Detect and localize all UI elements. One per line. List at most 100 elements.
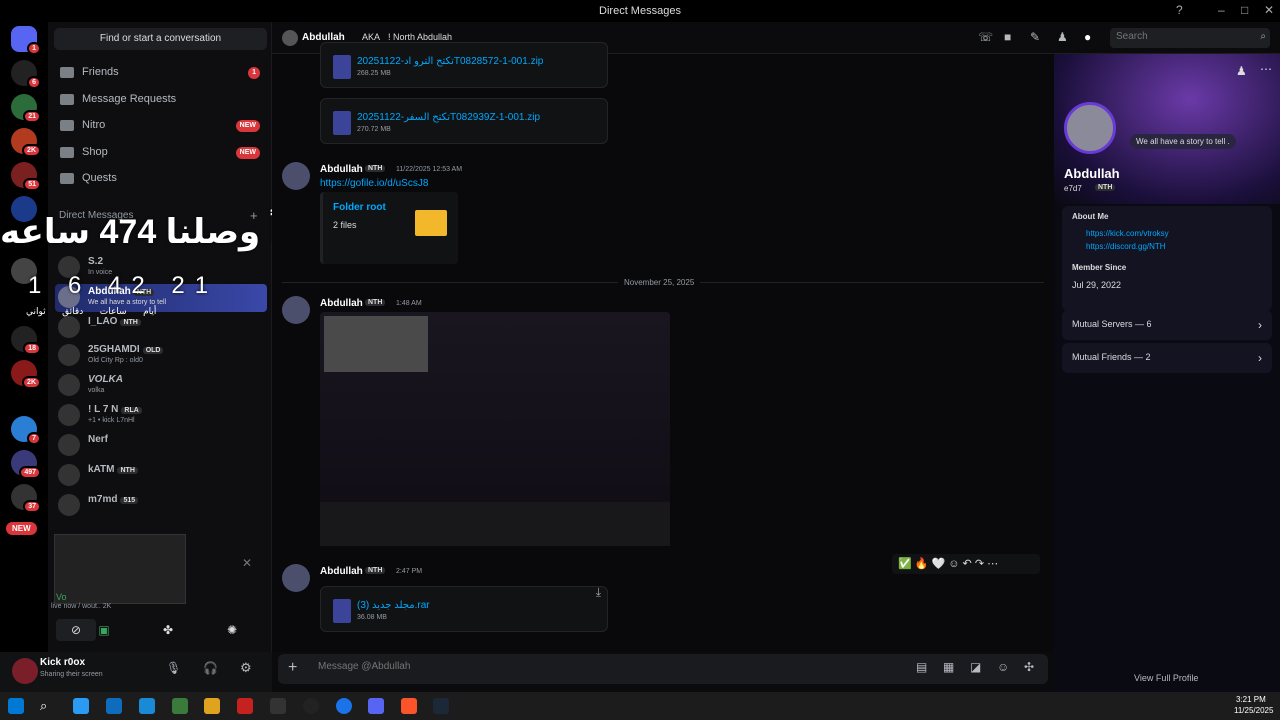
steam-icon[interactable]	[433, 698, 449, 714]
obs-icon[interactable]	[303, 698, 319, 714]
search-box[interactable]: ⌕	[1110, 28, 1270, 48]
badge: 51	[23, 178, 41, 191]
server-icon[interactable]: 2K	[11, 360, 41, 389]
windows-start-icon[interactable]	[8, 698, 24, 714]
server-icon[interactable]: 51	[11, 162, 41, 191]
avatar[interactable]	[282, 564, 310, 592]
headphones-icon[interactable]: 🎧	[203, 661, 218, 675]
mutual-servers-row[interactable]: Mutual Servers — 6 ›	[1062, 310, 1272, 340]
edge-icon[interactable]	[139, 698, 155, 714]
message-actions[interactable]: ✅ 🔥 🤍 ☺ ↶ ↷ ⋯	[892, 554, 1040, 574]
chrome-icon[interactable]	[336, 698, 352, 714]
server-icon[interactable]: 6	[11, 60, 41, 89]
nav-message-requests[interactable]: Message Requests	[58, 87, 262, 111]
app-icon[interactable]	[172, 698, 188, 714]
tag: NTH	[120, 319, 141, 326]
clock-date[interactable]: 11/25/2025	[1234, 706, 1273, 715]
pin-icon[interactable]: ✎	[1030, 30, 1040, 44]
member-since-title: Member Since	[1072, 263, 1127, 272]
message-input[interactable]	[318, 661, 878, 672]
add-attachment-icon[interactable]: +	[288, 659, 297, 677]
file-attachment[interactable]: 20251122-تكتح الترو ادT0828572-1-001.zip…	[320, 42, 608, 88]
message-author[interactable]: Abdullah	[320, 566, 363, 577]
gif-icon[interactable]: ▦	[943, 660, 954, 674]
add-friend-icon[interactable]: ♟	[1236, 64, 1247, 78]
avatar[interactable]	[12, 658, 38, 684]
dm-item[interactable]: m7md 515	[55, 492, 267, 520]
app-icon[interactable]	[106, 698, 122, 714]
help-icon[interactable]: ?	[1176, 3, 1183, 17]
discord-icon[interactable]	[368, 698, 384, 714]
server-icon[interactable]: 497	[11, 450, 41, 479]
badge: 2K	[22, 376, 41, 389]
gift-icon[interactable]: ▤	[916, 660, 927, 674]
message-link[interactable]: https://gofile.io/d/uScsJ8	[320, 178, 428, 189]
app-icon[interactable]	[237, 698, 253, 714]
find-conversation-button[interactable]: Find or start a conversation	[54, 28, 267, 50]
clock-time[interactable]: 3:21 PM	[1236, 695, 1266, 704]
server-icon[interactable]: 7	[11, 416, 41, 445]
apps-icon[interactable]: ✣	[1024, 660, 1034, 674]
dm-item[interactable]: Nerf	[55, 432, 267, 460]
message-author[interactable]: Abdullah	[320, 164, 363, 175]
file-attachment[interactable]: مجلد جديد (3).rar 36.08 MB ⤓	[320, 585, 608, 632]
profile-icon[interactable]: ●	[1084, 30, 1091, 44]
folder-icon[interactable]	[204, 698, 220, 714]
profile-avatar[interactable]	[1064, 102, 1116, 154]
close-stream-icon[interactable]: ✕	[242, 556, 252, 570]
sticker-icon[interactable]: ◪	[970, 660, 981, 674]
dm-item[interactable]: I_LAO NTH	[55, 314, 267, 342]
tag: RLA	[121, 407, 142, 414]
screenshot-image[interactable]	[320, 312, 670, 546]
dm-item[interactable]: ! L 7 N RLA +1 • kick L7nHl	[55, 402, 267, 430]
tag: NTH	[365, 299, 386, 306]
mutual-friends-row[interactable]: Mutual Friends — 2 ›	[1062, 343, 1272, 373]
server-icon[interactable]: 18	[11, 326, 41, 355]
stream-preview[interactable]	[54, 534, 186, 604]
window-title: Direct Messages	[599, 5, 681, 17]
video-icon[interactable]: ■	[1004, 30, 1011, 44]
microphone-icon[interactable]: 🎙	[166, 661, 181, 675]
app-icon[interactable]	[73, 698, 89, 714]
nav-quests[interactable]: Quests	[58, 166, 262, 190]
view-full-profile[interactable]: View Full Profile	[1134, 673, 1198, 683]
nav-nitro[interactable]: Nitro NEW	[58, 113, 262, 137]
maximize-icon[interactable]: □	[1241, 3, 1248, 17]
dm-item[interactable]: kATM NTH	[55, 462, 267, 490]
download-icon[interactable]: ⤓	[596, 585, 601, 600]
search-input[interactable]	[1116, 31, 1256, 42]
app-icon[interactable]	[270, 698, 286, 714]
profile-link[interactable]: https://kick.com/vtroksy	[1086, 229, 1169, 238]
file-name[interactable]: 20251122-تكتح الترو ادT0828572-1-001.zip	[357, 56, 543, 67]
close-icon[interactable]: ✕	[1264, 3, 1274, 17]
avatar	[58, 374, 80, 396]
avatar[interactable]	[282, 296, 310, 324]
file-name[interactable]: 20251122-تكتح السفرT082939Z-1-001.zip	[357, 112, 540, 123]
avatar[interactable]	[282, 162, 310, 190]
link-embed[interactable]: Folder root 2 files	[320, 192, 458, 264]
screen-share-button[interactable]: ▣	[88, 619, 120, 641]
server-icon[interactable]: 37	[11, 484, 41, 513]
add-friends-icon[interactable]: ♟	[1057, 30, 1068, 44]
embed-title[interactable]: Folder root	[333, 202, 386, 213]
nav-friends[interactable]: Friends 1	[58, 60, 262, 84]
file-name[interactable]: مجلد جديد (3).rar	[357, 600, 430, 611]
dm-item[interactable]: VOLKA volka	[55, 372, 267, 400]
emoji-icon[interactable]: ☺	[997, 660, 1009, 674]
soundboard-button[interactable]: ✺	[216, 619, 248, 641]
brave-icon[interactable]	[401, 698, 417, 714]
file-attachment[interactable]: 20251122-تكتح السفرT082939Z-1-001.zip 270…	[320, 98, 608, 144]
dm-item[interactable]: 25GHAMDI OLD Old City Rp : old0	[55, 342, 267, 370]
settings-icon[interactable]: ⚙	[240, 660, 252, 676]
profile-link[interactable]: https://discord.gg/NTH	[1086, 242, 1166, 251]
message-author[interactable]: Abdullah	[320, 298, 363, 309]
nav-shop[interactable]: Shop NEW	[58, 140, 262, 164]
server-icon[interactable]: 21	[11, 94, 41, 123]
activities-button[interactable]: ✤	[152, 619, 184, 641]
call-icon[interactable]: ☏	[978, 30, 993, 44]
more-icon[interactable]: ⋯	[1260, 62, 1272, 76]
discord-home-icon[interactable]: 1	[11, 26, 41, 55]
search-icon[interactable]: ⌕	[40, 698, 56, 714]
minimize-icon[interactable]: –	[1218, 3, 1225, 17]
server-icon[interactable]: 2K	[11, 128, 41, 157]
